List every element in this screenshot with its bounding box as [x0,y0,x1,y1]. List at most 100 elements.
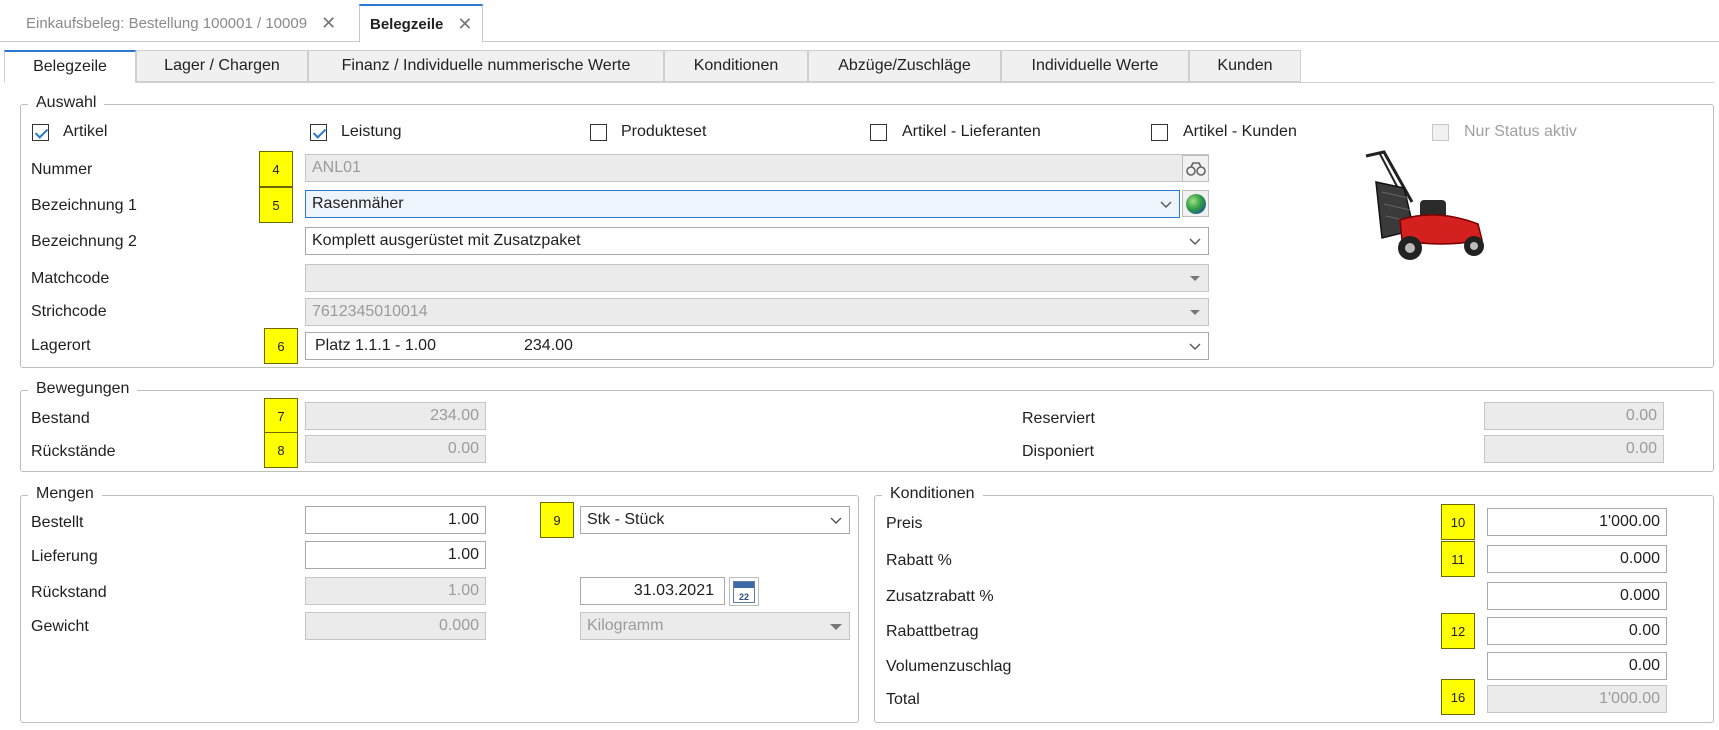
bestand-label: Bestand [31,410,90,427]
nur-status-aktiv-label: Nur Status aktiv [1464,123,1577,140]
close-icon[interactable]: ✕ [321,13,336,34]
chevron-down-icon [830,517,842,524]
artikel-label: Artikel [63,123,108,140]
nur-status-aktiv-checkbox[interactable] [1432,124,1449,141]
dropdown-triangle-icon [830,624,842,630]
gewicht-unit-value: Kilogramm [587,617,664,634]
globe-icon [1185,193,1206,214]
callout-badge: 9 [540,502,574,538]
artikel-lieferanten-checkbox[interactable] [870,124,887,141]
rueckstand-label: Rückstand [31,584,107,601]
binoculars-search-button[interactable] [1182,155,1209,182]
reserviert-field[interactable]: 0.00 [1484,402,1664,430]
bezeichnung2-value: Komplett ausgerüstet mit Zusatzpaket [312,232,581,249]
tab-abzuege-zuschlaege[interactable]: Abzüge/Zuschläge [808,50,1001,82]
strichcode-value: 7612345010014 [312,303,428,320]
tab-kunden[interactable]: Kunden [1189,50,1301,82]
bewegungen-title: Bewegungen [28,380,138,398]
rabattbetrag-field[interactable]: 0.00 [1487,617,1667,645]
disponiert-field[interactable]: 0.00 [1484,435,1664,463]
gewicht-unit-combobox[interactable]: Kilogramm [580,612,850,640]
produkteset-label: Produkteset [621,123,707,140]
einheit-combobox[interactable]: Stk - Stück [580,506,850,534]
rabatt-label: Rabatt % [886,552,952,569]
mengen-title: Mengen [28,485,102,503]
datum-field[interactable]: 31.03.2021 [580,577,725,605]
rueckstaende-field[interactable]: 0.00 [305,435,486,463]
preis-label: Preis [886,515,923,532]
bezeichnung1-label: Bezeichnung 1 [31,197,137,214]
tab-konditionen[interactable]: Konditionen [664,50,808,82]
dropdown-triangle-icon [1190,276,1200,281]
translation-button[interactable] [1182,190,1209,217]
document-tabbar: Einkaufsbeleg: Bestellung 100001 / 10009… [0,0,1719,43]
lagerort-place: Platz 1.1.1 - 1.00 [315,337,436,354]
callout-badge: 16 [1441,679,1475,715]
callout-badge: 11 [1441,541,1475,577]
bestand-field[interactable]: 234.00 [305,402,486,430]
lagerort-label: Lagerort [31,337,91,354]
bestellt-label: Bestellt [31,514,84,531]
callout-badge: 8 [264,432,298,468]
lieferung-field[interactable]: 1.00 [305,541,486,569]
bezeichnung1-combobox[interactable]: Rasenmäher [305,190,1180,218]
callout-badge: 6 [264,328,298,364]
zusatzrabatt-field[interactable]: 0.000 [1487,582,1667,610]
zusatzrabatt-label: Zusatzrabatt % [886,588,994,605]
callout-badge: 7 [264,398,298,434]
gewicht-field[interactable]: 0.000 [305,612,486,640]
nummer-value: ANL01 [312,159,361,176]
chevron-down-icon [1189,238,1201,245]
konditionen-title: Konditionen [882,485,983,503]
tab-lager-chargen[interactable]: Lager / Chargen [136,50,308,82]
bezeichnung2-combobox[interactable]: Komplett ausgerüstet mit Zusatzpaket [305,227,1209,255]
doc-tab-einkaufsbeleg[interactable]: Einkaufsbeleg: Bestellung 100001 / 10009… [16,4,346,42]
einheit-value: Stk - Stück [587,511,665,528]
bezeichnung1-value: Rasenmäher [312,195,404,212]
chevron-down-icon [1189,343,1201,350]
lawnmower-image [1365,150,1484,260]
leistung-label: Leistung [341,123,402,140]
tab-finanz[interactable]: Finanz / Individuelle nummerische Werte [308,50,664,82]
artikel-kunden-checkbox[interactable] [1151,124,1168,141]
preis-field[interactable]: 1'000.00 [1487,508,1667,536]
calendar-icon: 22 [733,580,755,603]
auswahl-title: Auswahl [28,94,105,112]
artikel-lieferanten-label: Artikel - Lieferanten [902,123,1041,140]
gewicht-label: Gewicht [31,618,89,635]
callout-badge: 4 [259,151,293,187]
matchcode-combobox[interactable] [305,264,1209,292]
total-field[interactable]: 1'000.00 [1487,685,1667,713]
produkteset-checkbox[interactable] [590,124,607,141]
disponiert-label: Disponiert [1022,443,1095,460]
rueckstand-field[interactable]: 1.00 [305,577,486,605]
lieferung-label: Lieferung [31,548,98,565]
callout-badge: 12 [1441,613,1475,649]
close-icon[interactable]: ✕ [457,14,472,35]
nummer-combobox[interactable]: ANL01 [305,154,1209,182]
leistung-checkbox[interactable] [310,124,327,141]
callout-badge: 5 [259,187,293,223]
tab-belegzeile[interactable]: Belegzeile [4,50,136,83]
callout-badge: 10 [1441,504,1475,540]
rabatt-field[interactable]: 0.000 [1487,545,1667,573]
strichcode-label: Strichcode [31,303,107,320]
matchcode-label: Matchcode [31,270,110,287]
lagerort-quantity: 234.00 [524,337,573,354]
rueckstaende-label: Rückstände [31,443,116,460]
tab-individuelle-werte[interactable]: Individuelle Werte [1001,50,1189,82]
reserviert-label: Reserviert [1022,410,1095,427]
bestellt-field[interactable]: 1.00 [305,506,486,534]
lagerort-combobox[interactable]: Platz 1.1.1 - 1.00 234.00 [305,332,1209,360]
total-label: Total [886,691,920,708]
volumenzuschlag-label: Volumenzuschlag [886,658,1012,675]
doc-tab-belegzeile[interactable]: Belegzeile ✕ [359,4,484,43]
strichcode-combobox[interactable]: 7612345010014 [305,298,1209,326]
calendar-button[interactable]: 22 [729,577,759,606]
artikel-kunden-label: Artikel - Kunden [1183,123,1297,140]
volumenzuschlag-field[interactable]: 0.00 [1487,652,1667,680]
bezeichnung2-label: Bezeichnung 2 [31,233,137,250]
nummer-label: Nummer [31,161,93,178]
binoculars-icon [1185,161,1206,176]
artikel-checkbox[interactable] [32,124,49,141]
